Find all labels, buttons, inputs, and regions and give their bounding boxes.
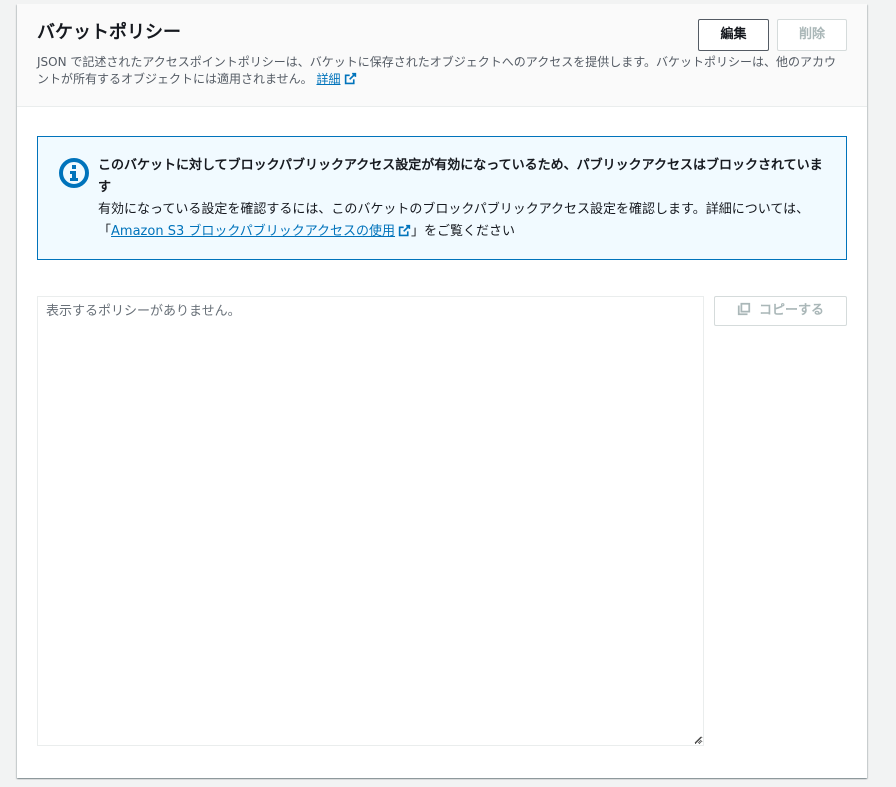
copy-button-label: コピーする [758,303,824,318]
external-link-icon [398,224,411,237]
alert-title: このバケットに対してブロックパブリックアクセス設定が有効になっているため、パブリ… [98,158,823,195]
policy-empty-text: 表示するポリシーがありません。 [46,304,241,319]
learn-more-label: 詳細 [316,72,341,86]
learn-more-link[interactable]: 詳細 [316,72,356,86]
alert-body: 有効になっている設定を確認するには、このバケットのブロックパブリックアクセス設定… [98,199,833,243]
resize-handle-icon[interactable] [692,734,702,744]
copy-icon [737,302,751,316]
alert-body-suffix: 」をご覧ください [411,224,516,239]
description-text: JSON で記述されたアクセスポイントポリシーは、バケットに保存されたオブジェク… [37,55,836,86]
panel-title: バケットポリシー [37,22,181,43]
panel-description: JSON で記述されたアクセスポイントポリシーは、バケットに保存されたオブジェク… [37,54,847,88]
panel-header: バケットポリシー JSON で記述されたアクセスポイントポリシーは、バケットに保… [17,4,867,107]
info-alert: このバケットに対してブロックパブリックアクセス設定が有効になっているため、パブリ… [37,136,847,260]
delete-button[interactable]: 削除 [777,19,847,51]
block-public-access-link-label: Amazon S3 ブロックパブリックアクセスの使用 [111,224,396,239]
edit-button[interactable]: 編集 [698,19,769,51]
bucket-policy-panel: バケットポリシー JSON で記述されたアクセスポイントポリシーは、バケットに保… [17,4,867,778]
block-public-access-link[interactable]: Amazon S3 ブロックパブリックアクセスの使用 [111,224,411,239]
copy-button[interactable]: コピーする [714,296,847,326]
external-link-icon [344,72,356,85]
policy-viewer[interactable]: 表示するポリシーがありません。 [37,296,704,746]
info-icon [59,158,89,188]
